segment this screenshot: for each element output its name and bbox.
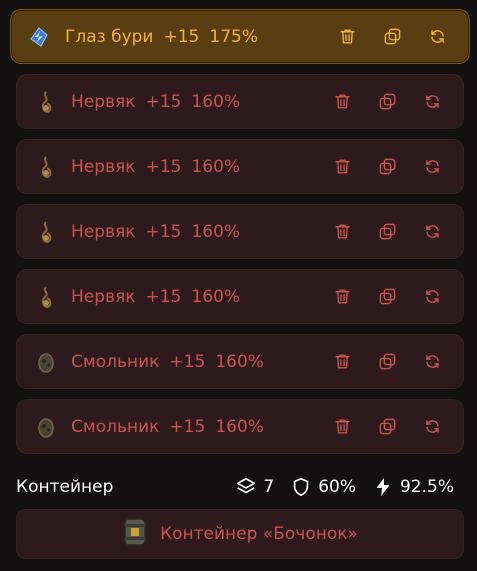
artifact-level: +15 (169, 351, 206, 372)
artifact-percent: 160% (191, 156, 241, 177)
energy-stat: 92.5% (372, 476, 454, 498)
copy-icon[interactable] (380, 25, 404, 49)
artifact-level: +15 (169, 416, 206, 437)
refresh-icon[interactable] (420, 415, 444, 439)
artifact-name: Нервяк (71, 221, 136, 242)
artifact-name: Нервяк (71, 91, 136, 112)
artifact-name: Нервяк (71, 286, 136, 307)
artifact-row-5[interactable]: Смольник +15 160% (16, 334, 464, 389)
refresh-icon[interactable] (425, 25, 449, 49)
artifact-level: +15 (145, 156, 182, 177)
artifact-name: Глаз бури (65, 26, 154, 47)
nerve-artifact-icon (34, 90, 58, 114)
artifact-row-3[interactable]: Нервяк +15 160% (16, 204, 464, 259)
nerve-artifact-icon (34, 155, 58, 179)
artifact-level: +15 (145, 91, 182, 112)
barrel-container-icon (122, 516, 148, 552)
trash-icon[interactable] (330, 155, 354, 179)
artifact-percent: 160% (191, 91, 241, 112)
artifact-percent: 160% (215, 351, 264, 372)
refresh-icon[interactable] (420, 155, 444, 179)
trash-icon[interactable] (330, 350, 354, 374)
artifact-row-1[interactable]: Нервяк +15 160% (16, 74, 464, 129)
refresh-icon[interactable] (420, 220, 444, 244)
container-label: Контейнер «Бочонок» (160, 524, 358, 544)
artifact-level: +15 (145, 221, 182, 242)
artifact-percent: 160% (191, 221, 241, 242)
resin-artifact-icon (34, 415, 58, 439)
artifact-level: +15 (163, 26, 200, 47)
container-summary: Контейнер 7 60% 92.5% (16, 472, 464, 502)
artifact-percent: 160% (215, 416, 264, 437)
refresh-icon[interactable] (420, 90, 444, 114)
trash-icon[interactable] (330, 220, 354, 244)
protection-stat: 60% (290, 476, 356, 498)
artifact-row-6[interactable]: Смольник +15 160% (16, 399, 464, 454)
resin-artifact-icon (34, 350, 58, 374)
artifact-row-4[interactable]: Нервяк +15 160% (16, 269, 464, 324)
copy-icon[interactable] (375, 415, 399, 439)
trash-icon[interactable] (330, 285, 354, 309)
shield-icon (293, 477, 309, 497)
artifact-name: Смольник (71, 351, 160, 372)
slots-value: 7 (263, 477, 275, 497)
refresh-icon[interactable] (420, 285, 444, 309)
copy-icon[interactable] (375, 285, 399, 309)
artifact-percent: 175% (209, 26, 258, 47)
artifact-level: +15 (145, 286, 182, 307)
copy-icon[interactable] (375, 90, 399, 114)
refresh-icon[interactable] (420, 350, 444, 374)
storm-eye-artifact-icon (27, 25, 51, 49)
lightning-icon (376, 477, 390, 497)
container-summary-label: Контейнер (16, 477, 114, 497)
artifact-row-2[interactable]: Нервяк +15 160% (16, 139, 464, 194)
nerve-artifact-icon (34, 285, 58, 309)
trash-icon[interactable] (335, 25, 359, 49)
trash-icon[interactable] (330, 415, 354, 439)
container-select-button[interactable]: Контейнер «Бочонок» (16, 509, 464, 559)
nerve-artifact-icon (34, 220, 58, 244)
protection-value: 60% (318, 477, 356, 497)
trash-icon[interactable] (330, 90, 354, 114)
artifact-row-0[interactable]: Глаз бури +15 175% (10, 9, 470, 64)
layers-icon (237, 477, 256, 494)
artifact-name: Нервяк (71, 156, 136, 177)
copy-icon[interactable] (375, 220, 399, 244)
artifact-name: Смольник (71, 416, 160, 437)
copy-icon[interactable] (375, 350, 399, 374)
artifact-percent: 160% (191, 286, 241, 307)
slots-stat: 7 (235, 476, 274, 498)
energy-value: 92.5% (399, 477, 454, 497)
copy-icon[interactable] (375, 155, 399, 179)
